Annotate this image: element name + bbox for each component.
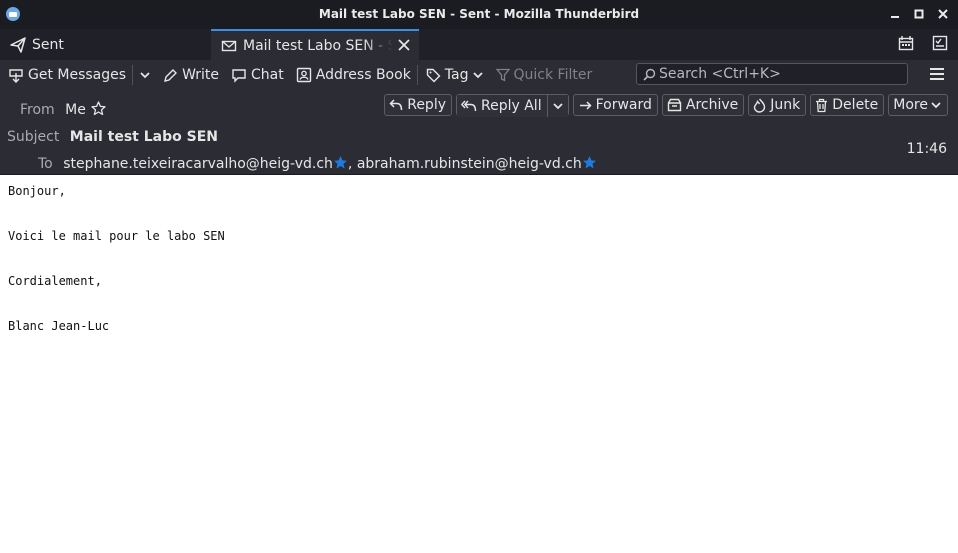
to-label: To	[38, 156, 53, 172]
subject-value: Mail test Labo SEN	[69, 129, 218, 145]
tag-icon	[426, 68, 441, 83]
message-actions: Reply Reply All Forward Archive Junk Del…	[384, 94, 948, 117]
reply-all-button[interactable]: Reply All	[457, 95, 547, 117]
trash-icon	[815, 98, 828, 113]
send-icon	[10, 36, 26, 53]
archive-button[interactable]: Archive	[661, 94, 745, 116]
window-titlebar: Mail test Labo SEN - Sent - Mozilla Thun…	[0, 0, 958, 29]
main-toolbar: Get Messages Write Chat Address Book Tag	[0, 60, 958, 90]
chat-icon	[231, 68, 247, 83]
chevron-down-icon	[139, 70, 151, 80]
reply-all-group: Reply All	[456, 94, 569, 117]
pencil-icon	[163, 68, 178, 83]
star-filled-icon[interactable]	[582, 155, 597, 170]
reply-button[interactable]: Reply	[384, 94, 452, 116]
get-messages-dropdown[interactable]	[133, 60, 157, 90]
chevron-down-icon	[472, 70, 484, 80]
body-line: Bonjour,	[8, 184, 66, 198]
chevron-down-icon	[930, 100, 942, 110]
archive-icon	[667, 98, 682, 112]
minimize-icon[interactable]	[888, 5, 902, 23]
tab-bar: Sent Mail test Labo SEN - Sent	[0, 29, 958, 60]
search-icon	[643, 68, 656, 81]
reply-all-dropdown[interactable]	[546, 95, 568, 117]
star-outline-icon[interactable]	[91, 101, 106, 116]
more-button[interactable]: More	[888, 94, 948, 116]
chat-button[interactable]: Chat	[225, 60, 290, 90]
envelope-icon	[221, 38, 237, 54]
body-line: Blanc Jean-Luc	[8, 319, 110, 333]
write-button[interactable]: Write	[157, 60, 225, 90]
chevron-down-icon	[552, 101, 564, 111]
app-menu-icon[interactable]	[930, 68, 944, 80]
window-title: Mail test Labo SEN - Sent - Mozilla Thun…	[318, 7, 640, 21]
body-line: Cordialement,	[8, 274, 102, 288]
reply-all-icon	[461, 99, 477, 113]
body-line: Voici le mail pour le labo SEN	[8, 229, 225, 243]
tab-sent[interactable]: Sent	[0, 29, 205, 60]
address-book-button[interactable]: Address Book	[290, 60, 417, 90]
star-filled-icon[interactable]	[333, 155, 348, 170]
flame-icon	[753, 98, 766, 113]
tab-label: Mail test Labo SEN - Sent	[243, 37, 393, 54]
reply-icon	[389, 98, 403, 112]
tasks-icon[interactable]	[932, 34, 948, 52]
junk-button[interactable]: Junk	[748, 94, 807, 116]
quick-filter-button[interactable]: Quick Filter	[490, 60, 599, 90]
calendar-icon[interactable]	[898, 34, 914, 52]
close-icon[interactable]	[936, 5, 950, 23]
address-book-icon	[296, 67, 312, 83]
maximize-icon[interactable]	[912, 5, 926, 23]
from-label: From	[20, 102, 55, 118]
delete-button[interactable]: Delete	[810, 94, 885, 116]
get-messages-button[interactable]: Get Messages	[0, 60, 132, 90]
subject-label: Subject	[7, 129, 60, 145]
filter-icon	[495, 68, 510, 82]
message-time: 11:46	[906, 141, 947, 157]
from-value[interactable]: Me	[65, 102, 86, 118]
download-icon	[8, 67, 24, 83]
recipient-separator: ,	[347, 156, 353, 172]
search-input[interactable]: Search <Ctrl+K>	[636, 63, 908, 85]
forward-icon	[578, 98, 592, 112]
forward-button[interactable]: Forward	[572, 94, 658, 116]
tag-button[interactable]: Tag	[418, 60, 490, 90]
message-body: Bonjour, Voici le mail pour le labo SEN …	[0, 175, 958, 553]
message-header: From Me Reply Reply All Forward Archive …	[0, 90, 958, 175]
recipient-2[interactable]: abraham.rubinstein@heig-vd.ch	[357, 156, 582, 172]
tab-label: Sent	[32, 36, 64, 53]
tab-message[interactable]: Mail test Labo SEN - Sent	[211, 29, 419, 60]
search-placeholder: Search <Ctrl+K>	[659, 66, 781, 82]
recipient-1[interactable]: stephane.teixeiracarvalho@heig-vd.ch	[63, 156, 333, 172]
close-tab-icon[interactable]	[397, 37, 411, 53]
